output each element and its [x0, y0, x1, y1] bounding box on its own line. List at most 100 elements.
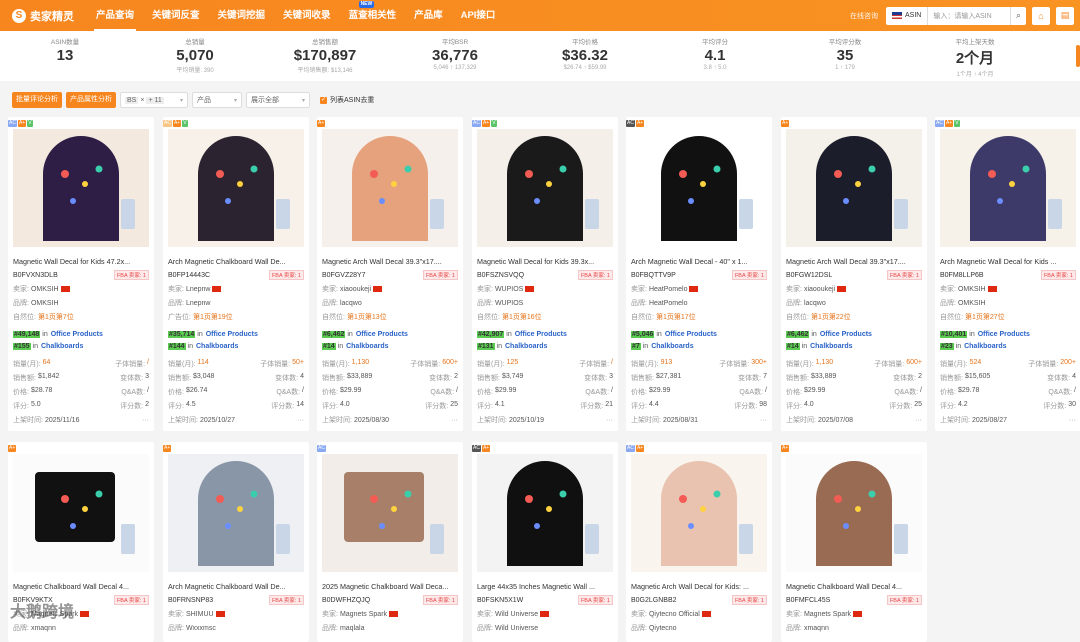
brand-name[interactable]: xmaqnn	[31, 625, 56, 632]
product-title[interactable]: 2025 Magnetic Chalkboard Wall Deca...	[322, 582, 458, 591]
asin[interactable]: B0FM8LLP6B	[940, 272, 984, 279]
brand-name[interactable]: OMKSIH	[958, 300, 986, 307]
product-card[interactable]: AC A+ V Arch Magnetic Chalkboard Wall De...…	[163, 117, 309, 431]
more-icon[interactable]: ···	[915, 417, 922, 424]
product-card[interactable]: A+ Magnetic Arch Wall Decal 39.3"x17.... B…	[781, 117, 927, 431]
asin[interactable]: B0FMFCL45S	[786, 597, 830, 604]
subcategory-link[interactable]: Chalkboards	[651, 343, 693, 350]
seller-name[interactable]: xiaooukeji	[340, 286, 371, 293]
clear-icon[interactable]: ⌂	[1032, 6, 1050, 25]
product-card[interactable]: A+ Magnetic Arch Wall Decal 39.3"x17.... B…	[317, 117, 463, 431]
category-link[interactable]: Office Products	[515, 331, 567, 338]
subcategory-link[interactable]: Chalkboards	[346, 343, 388, 350]
brand-name[interactable]: WUPIOS	[495, 300, 523, 307]
seller-name[interactable]: Lnepnw	[186, 286, 211, 293]
product-image[interactable]	[786, 129, 922, 247]
product-title[interactable]: Large 44x35 Inches Magnetic Wall ...	[477, 582, 613, 591]
brand-name[interactable]: Wxxxmsc	[186, 625, 216, 632]
nav-item[interactable]: 产品库	[412, 0, 445, 31]
product-image[interactable]	[168, 129, 304, 247]
display-select[interactable]: 展示全部 ▾	[246, 92, 310, 108]
seller-name[interactable]: Magnets Spark	[340, 611, 387, 618]
product-card[interactable]: AC A+ Magnetic Arch Wall Decal for Kids: .…	[626, 442, 772, 642]
subcategory-link[interactable]: Chalkboards	[41, 343, 83, 350]
more-icon[interactable]: ···	[297, 417, 304, 424]
product-card[interactable]: AC A+ V Arch Magnetic Wall Decal for Kids .…	[935, 117, 1080, 431]
subcategory-link[interactable]: Chalkboards	[964, 343, 1006, 350]
seller-name[interactable]: WUPIOS	[495, 286, 523, 293]
product-card[interactable]: AC A+ Arch Magnetic Wall Decal - 40" x 1..…	[626, 117, 772, 431]
nav-item[interactable]: 关键词反查	[150, 0, 202, 31]
product-image[interactable]	[168, 454, 304, 572]
asin[interactable]: B0FSZNSVQQ	[477, 272, 524, 279]
asin[interactable]: B0FBQTTV9P	[631, 272, 676, 279]
brand-name[interactable]: Wild Universe	[495, 625, 538, 632]
more-icon[interactable]: ···	[606, 417, 613, 424]
product-title[interactable]: Arch Magnetic Chalkboard Wall De...	[168, 257, 304, 266]
search-input[interactable]: 输入：请输入ASIN	[928, 11, 1010, 21]
seller-name[interactable]: xiaooukeji	[804, 286, 835, 293]
product-image[interactable]	[477, 129, 613, 247]
tag-close-icon[interactable]: ×	[140, 97, 144, 104]
seller-name[interactable]: Magnets Spark	[804, 611, 851, 618]
product-card[interactable]: AC 2025 Magnetic Chalkboard Wall Deca... B…	[317, 442, 463, 642]
subcategory-link[interactable]: Chalkboards	[810, 343, 852, 350]
seller-name[interactable]: Wild Universe	[495, 611, 538, 618]
brand-name[interactable]: HeatPomelo	[649, 300, 688, 307]
product-image[interactable]	[13, 129, 149, 247]
product-image[interactable]	[631, 454, 767, 572]
more-icon[interactable]: ···	[451, 417, 458, 424]
type-select[interactable]: 产品 ▾	[192, 92, 242, 108]
asin[interactable]: B0DWFHZQJQ	[322, 597, 370, 604]
batch-review-button[interactable]: 批量评论分析	[12, 92, 62, 108]
product-title[interactable]: Arch Magnetic Wall Decal - 40" x 1...	[631, 257, 767, 266]
brand-name[interactable]: OMKSIH	[31, 300, 59, 307]
nav-item[interactable]: 关键词挖掘	[216, 0, 268, 31]
seller-name[interactable]: HeatPomelo	[649, 286, 688, 293]
product-title[interactable]: Magnetic Chalkboard Wall Decal 4...	[13, 582, 149, 591]
asin[interactable]: B0FSKN5X1W	[477, 597, 523, 604]
seller-name[interactable]: Qiytecno Official	[649, 611, 700, 618]
brand-name[interactable]: lacqwo	[804, 300, 826, 307]
product-image[interactable]	[477, 454, 613, 572]
product-title[interactable]: Arch Magnetic Chalkboard Wall De...	[168, 582, 304, 591]
seller-name[interactable]: SHIMUU	[186, 611, 214, 618]
product-image[interactable]	[13, 454, 149, 572]
nav-item[interactable]: 关键词收录	[281, 0, 333, 31]
more-icon[interactable]: ···	[760, 417, 767, 424]
product-image[interactable]	[322, 129, 458, 247]
brand-name[interactable]: Lnepnw	[186, 300, 211, 307]
brand-name[interactable]: Qiytecno	[649, 625, 677, 632]
brand-name[interactable]: lacqwo	[340, 300, 362, 307]
product-image[interactable]	[631, 129, 767, 247]
category-link[interactable]: Office Products	[665, 331, 717, 338]
subcategory-link[interactable]: Chalkboards	[196, 343, 238, 350]
online-consult-link[interactable]: 在线咨询	[850, 11, 878, 21]
nav-item[interactable]: 蓝查相关性 NEW	[347, 0, 399, 31]
category-link[interactable]: Office Products	[820, 331, 872, 338]
brand-name[interactable]: xmaqnn	[804, 625, 829, 632]
product-title[interactable]: Magnetic Wall Decal for Kids 47.2x...	[13, 257, 149, 266]
nav-item[interactable]: API接口	[459, 0, 498, 31]
category-link[interactable]: Office Products	[978, 331, 1030, 338]
asin[interactable]: B0FP14443C	[168, 272, 210, 279]
product-image[interactable]	[940, 129, 1076, 247]
category-link[interactable]: Office Products	[356, 331, 408, 338]
product-card[interactable]: AC A+ Large 44x35 Inches Magnetic Wall ...…	[472, 442, 618, 642]
product-card[interactable]: AC A+ V Magnetic Wall Decal for Kids 47.2x.…	[8, 117, 154, 431]
asin[interactable]: B0G2LGNBB2	[631, 597, 677, 604]
logo[interactable]: S 卖家精灵	[12, 8, 82, 24]
product-card[interactable]: AC A+ V Magnetic Wall Decal for Kids 39.3x.…	[472, 117, 618, 431]
category-link[interactable]: Office Products	[206, 331, 258, 338]
download-icon[interactable]: ▤	[1056, 6, 1074, 25]
product-card[interactable]: A+ Magnetic Chalkboard Wall Decal 4... B0F…	[781, 442, 927, 642]
seller-name[interactable]: OMKSIH	[31, 286, 59, 293]
product-image[interactable]	[786, 454, 922, 572]
product-title[interactable]: Magnetic Chalkboard Wall Decal 4...	[786, 582, 922, 591]
asin[interactable]: B0FGW12DSL	[786, 272, 832, 279]
more-icon[interactable]: ···	[1069, 417, 1076, 424]
asin[interactable]: B0FGVZ28Y7	[322, 272, 366, 279]
product-image[interactable]	[322, 454, 458, 572]
nav-item[interactable]: 产品查询	[94, 0, 137, 31]
attribute-analysis-button[interactable]: 产品属性分析	[66, 92, 116, 108]
